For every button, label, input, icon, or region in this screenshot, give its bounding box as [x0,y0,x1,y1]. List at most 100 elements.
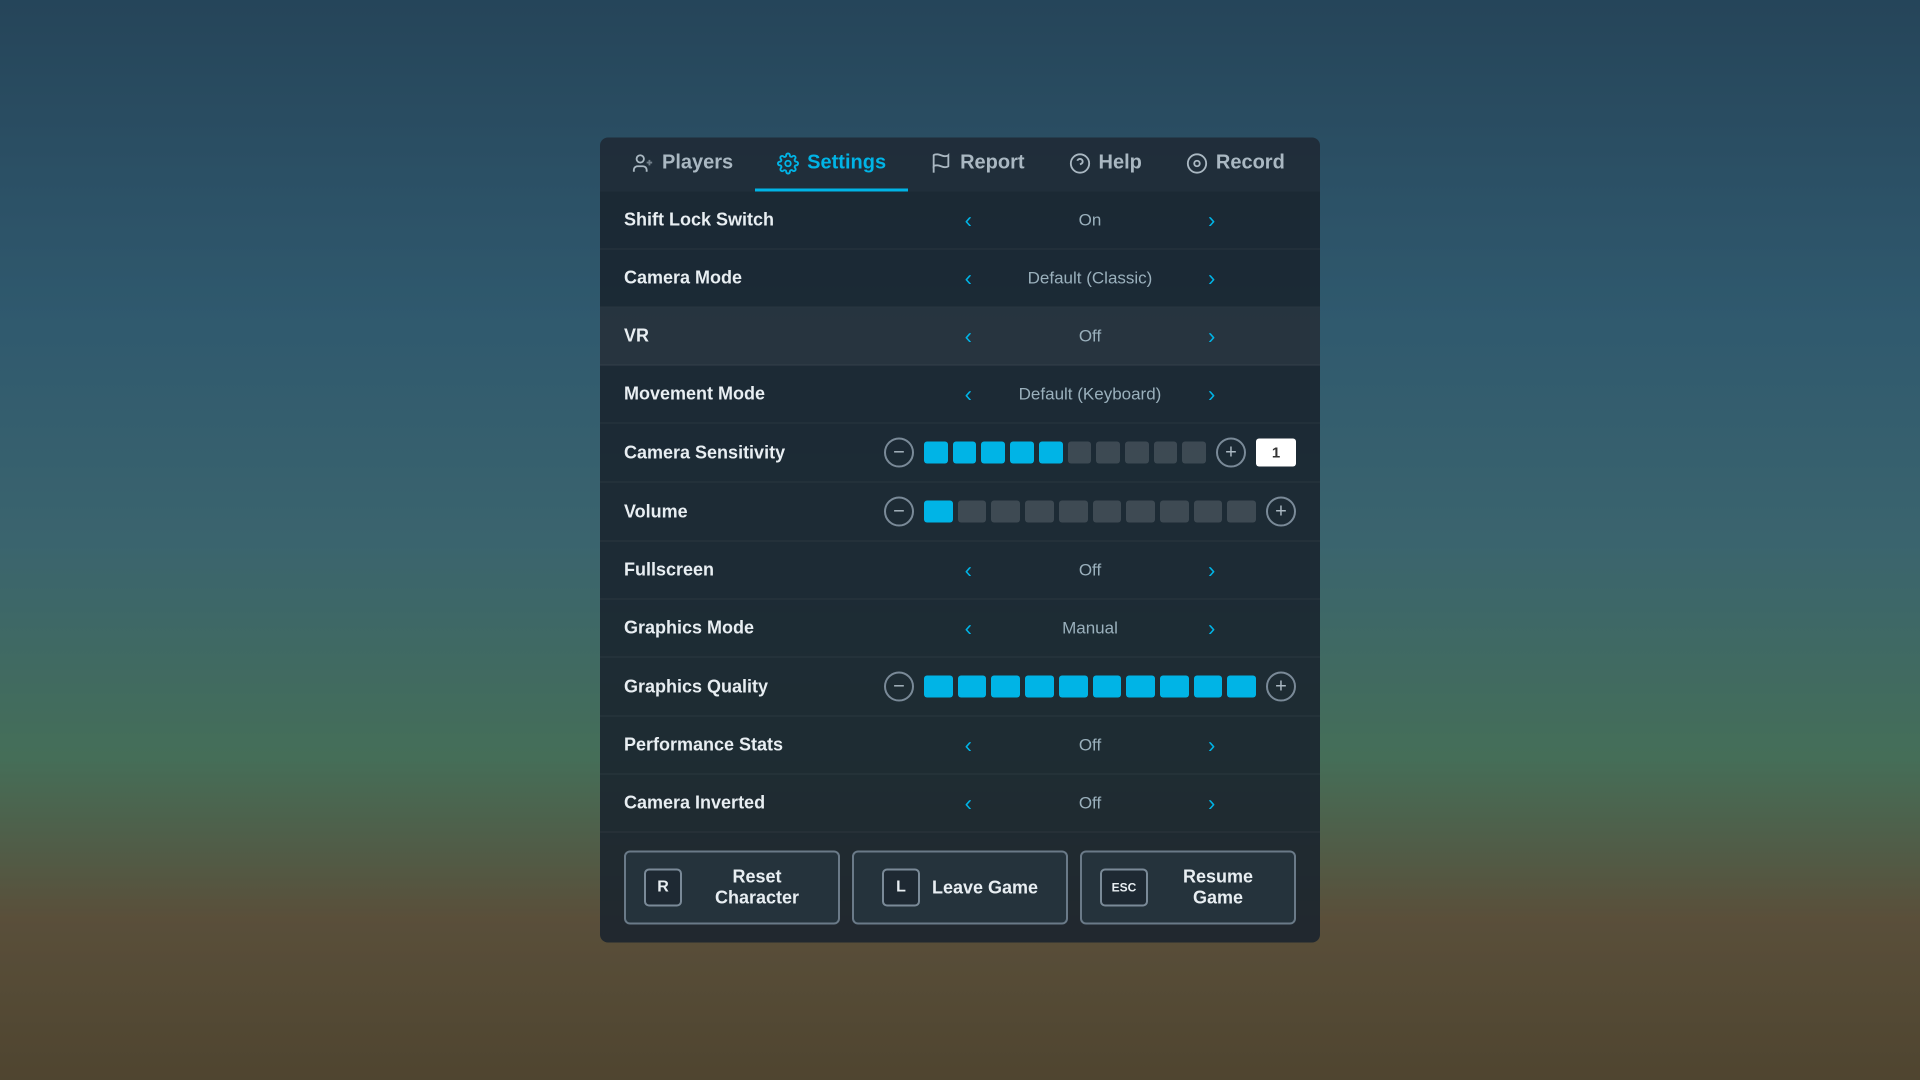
gq-block-3 [991,676,1020,698]
vol-block-7 [1126,501,1155,523]
camera-mode-prev[interactable]: ‹ [959,265,978,291]
camera-sensitivity-value: 1 [1256,439,1296,467]
graphics-quality-minus[interactable]: − [884,672,914,702]
vr-next[interactable]: › [1202,323,1221,349]
tab-report-label: Report [960,152,1024,175]
fullscreen-next[interactable]: › [1202,557,1221,583]
camera-mode-control: ‹ Default (Classic) › [884,265,1296,291]
performance-stats-label: Performance Stats [624,735,884,756]
vol-block-6 [1093,501,1122,523]
gq-block-2 [958,676,987,698]
gq-block-4 [1025,676,1054,698]
movement-mode-next[interactable]: › [1202,381,1221,407]
graphics-quality-slider: − + [884,672,1296,702]
leave-game-label: Leave Game [932,877,1038,898]
tab-record[interactable]: Record [1164,138,1307,192]
vol-block-2 [958,501,987,523]
vol-block-8 [1160,501,1189,523]
performance-stats-prev[interactable]: ‹ [959,732,978,758]
camera-mode-next[interactable]: › [1202,265,1221,291]
tab-settings[interactable]: Settings [755,138,908,192]
fullscreen-label: Fullscreen [624,560,884,581]
camera-sensitivity-label: Camera Sensitivity [624,442,884,463]
volume-blocks [924,501,1256,523]
camera-sensitivity-blocks [924,442,1206,464]
block-10 [1182,442,1206,464]
setting-movement-mode: Movement Mode ‹ Default (Keyboard) › [600,366,1320,424]
fullscreen-control: ‹ Off › [884,557,1296,583]
movement-mode-control: ‹ Default (Keyboard) › [884,381,1296,407]
camera-inverted-prev[interactable]: ‹ [959,790,978,816]
players-icon [632,152,654,174]
block-8 [1125,442,1149,464]
shift-lock-next[interactable]: › [1202,207,1221,233]
vol-block-3 [991,501,1020,523]
block-3 [981,442,1005,464]
performance-stats-value: Off [990,735,1190,755]
performance-stats-next[interactable]: › [1202,732,1221,758]
setting-camera-inverted: Camera Inverted ‹ Off › [600,775,1320,833]
block-7 [1096,442,1120,464]
vol-block-4 [1025,501,1054,523]
fullscreen-prev[interactable]: ‹ [959,557,978,583]
gq-block-1 [924,676,953,698]
graphics-mode-control: ‹ Manual › [884,615,1296,641]
volume-slider: − + [884,497,1296,527]
camera-mode-label: Camera Mode [624,268,884,289]
leave-game-button[interactable]: L Leave Game [852,851,1068,925]
block-1 [924,442,948,464]
setting-camera-sensitivity: Camera Sensitivity − + 1 [600,424,1320,483]
settings-icon [777,152,799,174]
tab-help[interactable]: Help [1047,138,1164,192]
setting-vr: VR ‹ Off › [600,308,1320,366]
setting-fullscreen: Fullscreen ‹ Off › [600,542,1320,600]
vol-block-9 [1194,501,1223,523]
resume-game-label: Resume Game [1160,867,1276,909]
volume-minus[interactable]: − [884,497,914,527]
vol-block-10 [1227,501,1256,523]
volume-label: Volume [624,501,884,522]
camera-inverted-value: Off [990,793,1190,813]
gq-block-10 [1227,676,1256,698]
camera-inverted-next[interactable]: › [1202,790,1221,816]
block-4 [1010,442,1034,464]
volume-plus[interactable]: + [1266,497,1296,527]
resume-game-button[interactable]: ESC Resume Game [1080,851,1296,925]
camera-mode-value: Default (Classic) [990,268,1190,288]
gq-block-7 [1126,676,1155,698]
tab-record-label: Record [1216,152,1285,175]
performance-stats-control: ‹ Off › [884,732,1296,758]
tab-players[interactable]: Players [610,138,755,192]
menu-container: Players Settings Report [600,138,1320,943]
gq-block-5 [1059,676,1088,698]
vr-prev[interactable]: ‹ [959,323,978,349]
tab-report[interactable]: Report [908,138,1046,192]
reset-character-button[interactable]: R Reset Character [624,851,840,925]
vol-block-5 [1059,501,1088,523]
vr-control: ‹ Off › [884,323,1296,349]
record-icon [1186,152,1208,174]
movement-mode-value: Default (Keyboard) [990,384,1190,404]
tab-bar: Players Settings Report [600,138,1320,192]
camera-sensitivity-slider: − + 1 [884,438,1296,468]
graphics-mode-prev[interactable]: ‹ [959,615,978,641]
vr-label: VR [624,326,884,347]
shift-lock-prev[interactable]: ‹ [959,207,978,233]
graphics-quality-plus[interactable]: + [1266,672,1296,702]
camera-sensitivity-plus[interactable]: + [1216,438,1246,468]
leave-key-badge: L [882,869,920,907]
reset-character-label: Reset Character [694,867,820,909]
camera-sensitivity-minus[interactable]: − [884,438,914,468]
movement-mode-prev[interactable]: ‹ [959,381,978,407]
help-icon [1069,152,1091,174]
setting-performance-stats: Performance Stats ‹ Off › [600,717,1320,775]
setting-volume: Volume − + [600,483,1320,542]
fullscreen-value: Off [990,560,1190,580]
graphics-mode-next[interactable]: › [1202,615,1221,641]
setting-graphics-mode: Graphics Mode ‹ Manual › [600,600,1320,658]
block-6 [1068,442,1092,464]
setting-graphics-quality: Graphics Quality − + [600,658,1320,717]
shift-lock-value: On [990,210,1190,230]
tab-settings-label: Settings [807,152,886,175]
gq-block-8 [1160,676,1189,698]
